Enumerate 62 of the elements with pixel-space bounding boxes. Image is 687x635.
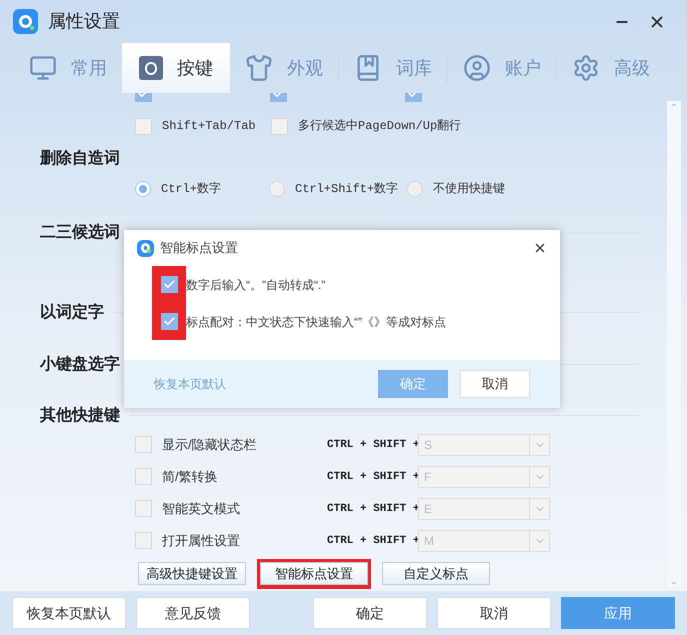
option-label: 标点配对：中文状态下快速输入“”《》等成对标点 xyxy=(186,314,446,330)
confirm-button[interactable]: 确定 xyxy=(378,370,448,398)
key-dropdown[interactable]: M xyxy=(418,530,550,552)
tab[interactable]: 按键 xyxy=(122,43,230,93)
monitor-icon xyxy=(29,54,57,82)
checkbox[interactable] xyxy=(160,276,178,293)
check-icon xyxy=(162,315,176,328)
option-label: 不使用快捷键 xyxy=(433,180,505,198)
option-label: 智能英文模式 xyxy=(162,500,240,518)
tab[interactable]: 外观 xyxy=(230,43,338,93)
radio-button[interactable] xyxy=(135,180,151,197)
checkbox[interactable] xyxy=(135,468,152,486)
radio-button[interactable] xyxy=(269,180,285,197)
scrollbar[interactable] xyxy=(667,101,681,587)
checkbox[interactable] xyxy=(160,313,178,330)
footer-button[interactable]: 确定 xyxy=(313,597,427,629)
section-heading: 其他快捷键 xyxy=(40,406,120,426)
app-logo xyxy=(13,9,38,34)
section-heading: 小键盘选字 xyxy=(40,354,120,375)
settings-icon xyxy=(572,54,600,82)
radio-button[interactable] xyxy=(407,180,423,197)
shirt-icon xyxy=(245,54,273,82)
option-label: 显示/隐藏状态栏 xyxy=(162,436,257,454)
settings-button[interactable]: 智能标点设置 xyxy=(260,562,368,586)
section-heading: 以词定字 xyxy=(40,302,104,323)
settings-button[interactable]: 高级快捷键设置 xyxy=(138,562,246,586)
apply-button[interactable]: 应用 xyxy=(561,597,675,629)
footer-button[interactable]: 恢复本页默认 xyxy=(12,597,126,629)
tab[interactable]: 高级 xyxy=(557,43,665,93)
option-label: Ctrl+数字 xyxy=(161,180,222,198)
option-label: Shift+Tab/Tab xyxy=(162,118,256,136)
key-dropdown[interactable]: F xyxy=(418,466,550,488)
checkbox[interactable] xyxy=(135,532,152,550)
tab[interactable]: 常用 xyxy=(14,43,122,93)
tab[interactable]: 账户 xyxy=(448,43,556,93)
dialog-title: 智能标点设置 xyxy=(160,239,238,258)
option-label: Ctrl+Shift+数字 xyxy=(295,180,398,198)
settings-button[interactable]: 自定义标点 xyxy=(382,562,490,586)
section-heading: 二三候选词 xyxy=(40,222,120,243)
option-label: 简/繁转换 xyxy=(162,468,218,486)
checkbox[interactable] xyxy=(135,118,152,135)
footer-button[interactable]: 意见反馈 xyxy=(136,597,250,629)
cancel-button[interactable]: 取消 xyxy=(460,370,530,398)
tab[interactable]: 词库 xyxy=(339,43,447,93)
key-dropdown[interactable]: E xyxy=(418,498,550,520)
footer-button[interactable]: 取消 xyxy=(437,597,551,629)
checkbox[interactable] xyxy=(135,436,152,454)
scroll-up-icon[interactable] xyxy=(670,101,678,109)
close-icon[interactable] xyxy=(533,241,547,255)
option-label: 打开属性设置 xyxy=(162,532,240,550)
dialog-logo xyxy=(137,240,154,256)
option-label: 数字后输入“。”自动转成“.” xyxy=(186,276,326,294)
section-heading: 删除自造词 xyxy=(40,148,120,169)
reset-link[interactable]: 恢复本页默认 xyxy=(154,375,226,393)
window-title: 属性设置 xyxy=(48,10,120,33)
check-icon xyxy=(162,278,176,291)
scroll-down-icon[interactable] xyxy=(670,579,678,587)
checkbox[interactable] xyxy=(135,500,152,518)
option-label: 多行候选中PageDown/Up翻行 xyxy=(298,118,462,136)
user-icon xyxy=(463,54,491,82)
key-dropdown[interactable]: S xyxy=(418,434,550,456)
checkbox[interactable] xyxy=(271,118,288,135)
